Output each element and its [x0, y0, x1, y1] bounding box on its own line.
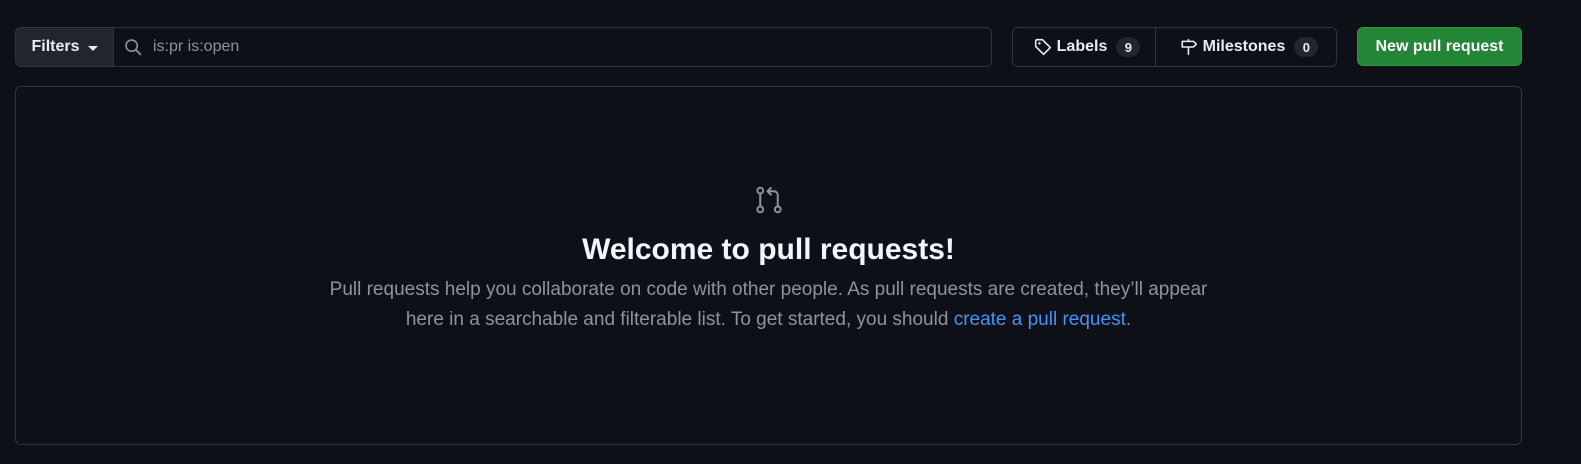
issues-toolbar: Filters Labels 9 Milestone: [15, 27, 1537, 67]
tag-icon: [1034, 38, 1051, 56]
git-pull-request-icon: [755, 186, 782, 214]
search-input[interactable]: [142, 28, 991, 66]
blankslate-description: Pull requests help you collaborate on co…: [329, 275, 1209, 335]
milestones-button[interactable]: Milestones 0: [1156, 28, 1336, 66]
labels-milestones-group: Labels 9 Milestones 0: [1012, 27, 1337, 67]
create-pull-request-link[interactable]: create a pull request: [954, 309, 1126, 330]
search-icon: [125, 39, 142, 56]
caret-down-icon: [87, 45, 98, 51]
milestone-icon: [1181, 39, 1197, 55]
pull-requests-blankslate: Welcome to pull requests! Pull requests …: [15, 86, 1522, 445]
milestones-label: Milestones: [1202, 38, 1286, 55]
pr-icon-container: [16, 185, 1521, 215]
blankslate-title: Welcome to pull requests!: [582, 233, 955, 266]
labels-label: Labels: [1056, 38, 1108, 55]
blankslate-description-end: .: [1125, 309, 1132, 330]
filter-search-group: Filters: [15, 27, 992, 67]
filters-label: Filters: [31, 38, 80, 55]
new-pull-request-button[interactable]: New pull request: [1357, 27, 1522, 66]
labels-button[interactable]: Labels 9: [1013, 28, 1156, 66]
search-field: [114, 28, 991, 66]
milestones-count-badge: 0: [1294, 37, 1319, 57]
filters-button[interactable]: Filters: [16, 28, 114, 66]
labels-count-badge: 9: [1116, 37, 1141, 57]
